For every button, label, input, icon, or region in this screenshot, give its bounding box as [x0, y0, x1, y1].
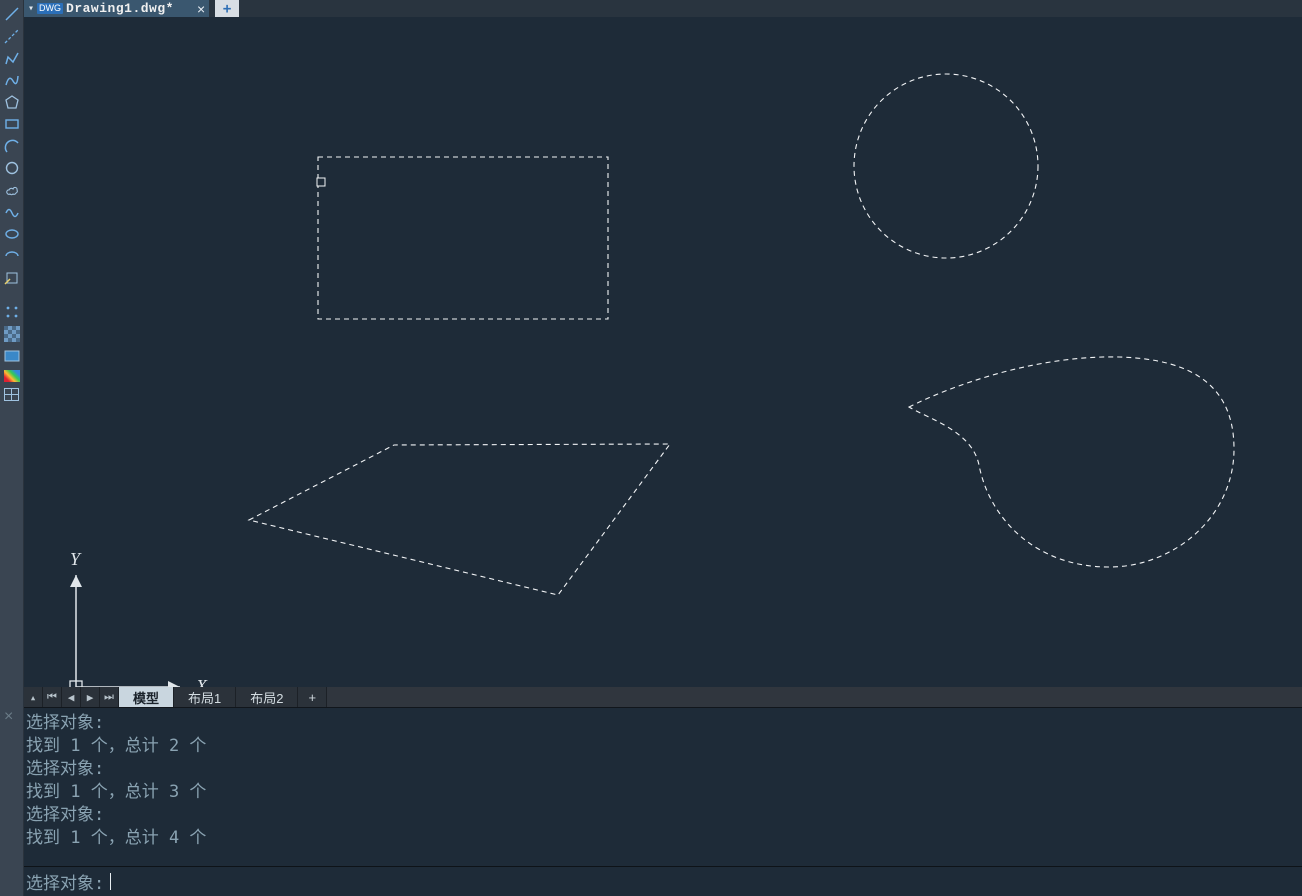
ellipse-arc-icon[interactable] [3, 248, 21, 264]
layout-menu-up-icon[interactable]: ▴ [24, 687, 43, 707]
dwg-file-icon: DWG [37, 3, 63, 14]
selected-spline[interactable] [909, 357, 1234, 567]
drawing-canvas[interactable]: X Y [24, 17, 1302, 687]
layout-tab-add[interactable]: + [298, 687, 327, 707]
close-tab-icon[interactable]: × [197, 1, 205, 17]
polygon-icon[interactable] [3, 94, 21, 110]
layout-tab-model[interactable]: 模型 [119, 687, 174, 707]
ellipse-icon[interactable] [3, 226, 21, 242]
close-command-panel-icon[interactable]: × [4, 708, 13, 726]
layout-tab-layout2[interactable]: 布局2 [236, 687, 298, 707]
point-icon[interactable] [3, 304, 21, 320]
layout-next-icon[interactable]: ▶ [81, 687, 100, 707]
log-line: 选择对象: [24, 758, 1302, 781]
command-prompt: 选择对象: [26, 869, 104, 894]
log-line: 选择对象: [24, 804, 1302, 827]
ucs-y-label: Y [70, 549, 82, 569]
pickbox-cursor [317, 178, 325, 186]
log-line: 找到 1 个，总计 3 个 [24, 781, 1302, 804]
ucs-axis-icon: X Y [68, 557, 228, 687]
log-line: 选择对象: [24, 712, 1302, 735]
layout-tab-layout1[interactable]: 布局1 [174, 687, 236, 707]
layout-prev-icon[interactable]: ◀ [62, 687, 81, 707]
tab-menu-caret-icon[interactable]: ▾ [28, 3, 34, 15]
line-icon[interactable] [3, 6, 21, 22]
color-palette-icon[interactable] [4, 370, 20, 382]
revision-cloud-icon[interactable] [3, 182, 21, 198]
document-tab-active[interactable]: ▾ DWG Drawing1.dwg* × [24, 0, 209, 17]
circle-icon[interactable] [3, 160, 21, 176]
spline-icon[interactable] [3, 204, 21, 220]
construction-line-icon[interactable] [3, 28, 21, 44]
table-icon[interactable] [4, 388, 19, 401]
selected-polygon[interactable] [249, 444, 670, 595]
selected-rectangle[interactable] [318, 157, 608, 319]
command-log: 选择对象: 找到 1 个，总计 2 个 选择对象: 找到 1 个，总计 3 个 … [24, 707, 1302, 864]
gradient-icon[interactable] [3, 348, 21, 364]
polyline-icon[interactable] [3, 50, 21, 66]
new-document-tab[interactable]: + [215, 0, 239, 17]
log-line: 找到 1 个，总计 2 个 [24, 735, 1302, 758]
hatch-icon[interactable] [4, 326, 20, 342]
command-input-row: 选择对象: [24, 866, 1302, 896]
layout-last-icon[interactable]: ⏭ [100, 687, 119, 707]
polyline-arc-icon[interactable] [3, 72, 21, 88]
draw-toolbar [0, 0, 24, 896]
insert-block-icon[interactable] [3, 270, 21, 286]
document-tabs: ▾ DWG Drawing1.dwg* × + [24, 0, 1302, 17]
log-line: 找到 1 个，总计 4 个 [24, 827, 1302, 850]
document-tab-title: Drawing1.dwg* [66, 1, 174, 16]
arc-icon[interactable] [3, 138, 21, 154]
ucs-x-label: X [195, 676, 208, 687]
rectangle-icon[interactable] [3, 116, 21, 132]
selected-circle[interactable] [854, 74, 1038, 258]
layout-tabs: ▴ ⏮ ◀ ▶ ⏭ 模型 布局1 布局2 + [24, 687, 1302, 707]
layout-first-icon[interactable]: ⏮ [43, 687, 62, 707]
command-caret[interactable] [110, 873, 111, 890]
